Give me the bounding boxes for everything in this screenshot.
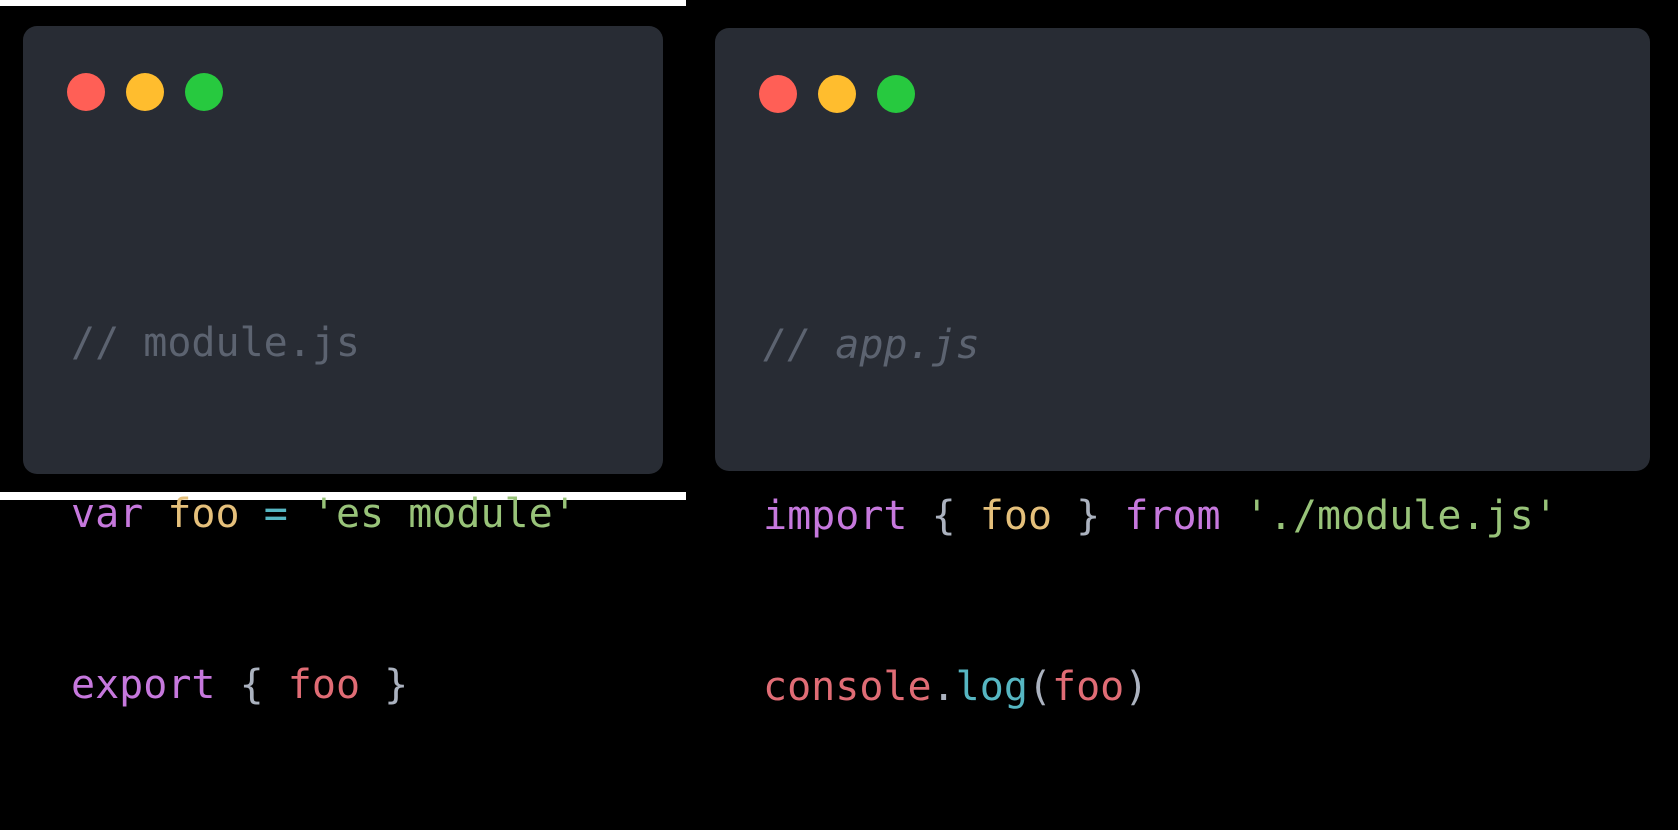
comment-text: // module.js <box>71 320 360 366</box>
code-window-app: // app.js import { foo } from './module.… <box>715 28 1650 710</box>
top-edge-strip <box>0 0 686 6</box>
window-controls <box>67 73 244 111</box>
paren-close: ) <box>1124 664 1149 710</box>
argument-foo: foo <box>1052 664 1125 710</box>
brace-open: { <box>239 662 264 708</box>
maximize-dot-icon[interactable] <box>185 73 223 111</box>
keyword-export: export <box>71 662 216 708</box>
dot-accessor: . <box>931 664 956 710</box>
identifier-foo-export: foo <box>287 662 361 708</box>
identifier-console: console <box>763 664 932 710</box>
function-log: log <box>955 664 1028 710</box>
window-controls <box>759 75 936 113</box>
code-line-comment: // app.js <box>763 317 1558 374</box>
code-line-export: export { foo } <box>71 657 577 714</box>
code-window-module: // module.js var foo = 'es module' expor… <box>23 26 663 708</box>
close-dot-icon[interactable] <box>759 75 797 113</box>
minimize-dot-icon[interactable] <box>126 73 164 111</box>
code-block: // module.js var foo = 'es module' expor… <box>71 201 577 828</box>
keyword-var: var <box>71 491 144 537</box>
operator-equals: = <box>263 491 288 537</box>
identifier-foo: foo <box>167 491 240 537</box>
brace-close: } <box>384 662 409 708</box>
code-line-console-log: console.log(foo) <box>763 659 1558 716</box>
comment-text: // app.js <box>763 322 980 368</box>
code-line-import: import { foo } from './module.js' <box>763 488 1558 545</box>
paren-open: ( <box>1027 664 1053 710</box>
maximize-dot-icon[interactable] <box>877 75 915 113</box>
code-block: // app.js import { foo } from './module.… <box>763 203 1558 830</box>
code-line-comment: // module.js <box>71 315 577 372</box>
close-dot-icon[interactable] <box>67 73 105 111</box>
code-line-declaration: var foo = 'es module' <box>71 486 577 543</box>
string-literal: 'es module' <box>311 491 577 537</box>
minimize-dot-icon[interactable] <box>818 75 856 113</box>
